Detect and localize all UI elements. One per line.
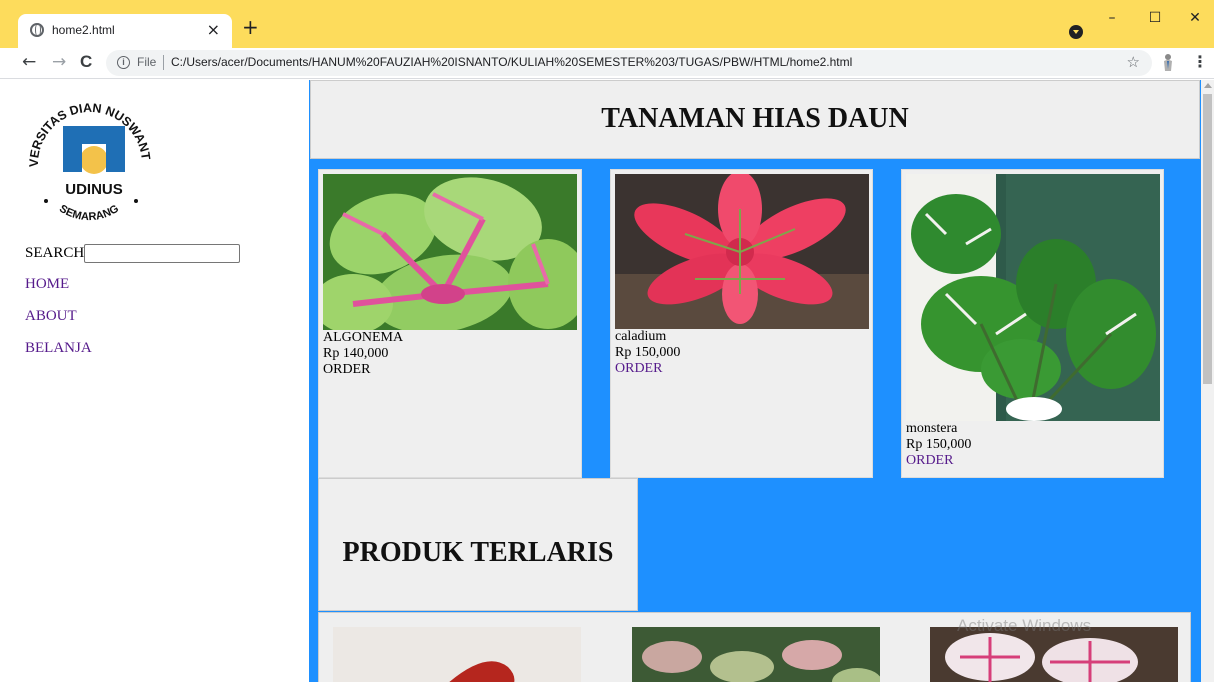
windows-activation-watermark: Activate Windows	[957, 616, 1092, 635]
order-link[interactable]: ORDER	[323, 362, 577, 378]
reload-icon[interactable]: C	[80, 52, 92, 72]
star-icon[interactable]: ☆	[1127, 53, 1140, 71]
new-tab-button[interactable]: +	[242, 17, 259, 37]
product-price: Rp 150,000	[615, 345, 681, 360]
search-row: SEARCH	[25, 244, 241, 263]
profile-icon[interactable]	[1069, 25, 1083, 39]
product-name: monstera	[906, 421, 958, 436]
nav-link-belanja[interactable]: BELANJA	[25, 340, 92, 357]
sidebar: UNIVERSITAS DIAN NUSWANTORO SEMARANG UDI…	[0, 80, 309, 682]
best-seller-image-2[interactable]	[632, 627, 880, 682]
page-header: TANAMAN HIAS DAUN	[310, 80, 1200, 159]
order-link[interactable]: ORDER	[906, 453, 1159, 469]
info-icon[interactable]: i	[117, 56, 130, 69]
product-image-algonema[interactable]	[323, 174, 577, 330]
logo-name: UDINUS	[65, 181, 123, 198]
best-seller-title: PRODUK TERLARIS	[342, 537, 614, 568]
back-arrow-icon[interactable]: ←	[22, 52, 36, 72]
best-seller-header: PRODUK TERLARIS	[318, 478, 638, 611]
forward-arrow-icon[interactable]: →	[52, 52, 66, 72]
order-link[interactable]: ORDER	[615, 361, 868, 377]
svg-text:SEMARANG: SEMARANG	[57, 203, 121, 223]
product-name: caladium	[615, 329, 667, 344]
url-text[interactable]: C:/Users/acer/Documents/HANUM%20FAUZIAH%…	[171, 55, 852, 69]
browser-menu-icon[interactable]: ⋮	[1192, 52, 1208, 71]
browser-toolbar: ← → C i File C:/Users/acer/Documents/HAN…	[0, 48, 1214, 79]
udinus-logo: UNIVERSITAS DIAN NUSWANTORO SEMARANG UDI…	[18, 88, 153, 223]
product-price: Rp 150,000	[906, 437, 972, 452]
logo-arc-bottom-text: SEMARANG	[57, 203, 121, 223]
product-image-monstera[interactable]	[906, 174, 1160, 421]
tab-close-button[interactable]: ×	[207, 20, 220, 39]
globe-icon	[30, 23, 44, 37]
search-label: SEARCH	[25, 245, 85, 261]
product-image-caladium[interactable]	[615, 174, 869, 329]
product-card-caladium: caladium Rp 150,000 ORDER	[610, 169, 873, 478]
main-content: TANAMAN HIAS DAUN ALGONEMA Rp 140,000 OR…	[309, 80, 1201, 682]
page-scrollbar[interactable]	[1201, 80, 1214, 682]
search-input[interactable]	[84, 244, 241, 263]
browser-tab[interactable]: home2.html ×	[18, 14, 232, 48]
address-bar[interactable]: i File C:/Users/acer/Documents/HANUM%20F…	[106, 50, 1152, 76]
product-name: ALGONEMA	[323, 330, 404, 345]
best-seller-image-1[interactable]	[333, 627, 581, 682]
nav-link-home[interactable]: HOME	[25, 276, 69, 293]
window-close-button[interactable]: ✕	[1180, 10, 1210, 26]
browser-titlebar: home2.html × + – ☐ ✕	[0, 0, 1214, 48]
window-minimize-button[interactable]: –	[1097, 10, 1127, 26]
product-price: Rp 140,000	[323, 346, 389, 361]
window-maximize-button[interactable]: ☐	[1140, 10, 1170, 26]
product-card-algonema: ALGONEMA Rp 140,000 ORDER	[318, 169, 582, 478]
address-separator	[163, 55, 164, 70]
scroll-up-arrow-icon[interactable]	[1204, 83, 1212, 88]
tab-title: home2.html	[52, 23, 115, 37]
scrollbar-thumb[interactable]	[1203, 94, 1212, 384]
scheme-label: File	[137, 55, 157, 69]
product-card-monstera: monstera Rp 150,000 ORDER	[901, 169, 1164, 478]
page-title: TANAMAN HIAS DAUN	[601, 103, 909, 134]
nav-link-about[interactable]: ABOUT	[25, 308, 77, 325]
extension-icon[interactable]	[1160, 53, 1176, 73]
page-viewport: UNIVERSITAS DIAN NUSWANTORO SEMARANG UDI…	[0, 80, 1201, 682]
